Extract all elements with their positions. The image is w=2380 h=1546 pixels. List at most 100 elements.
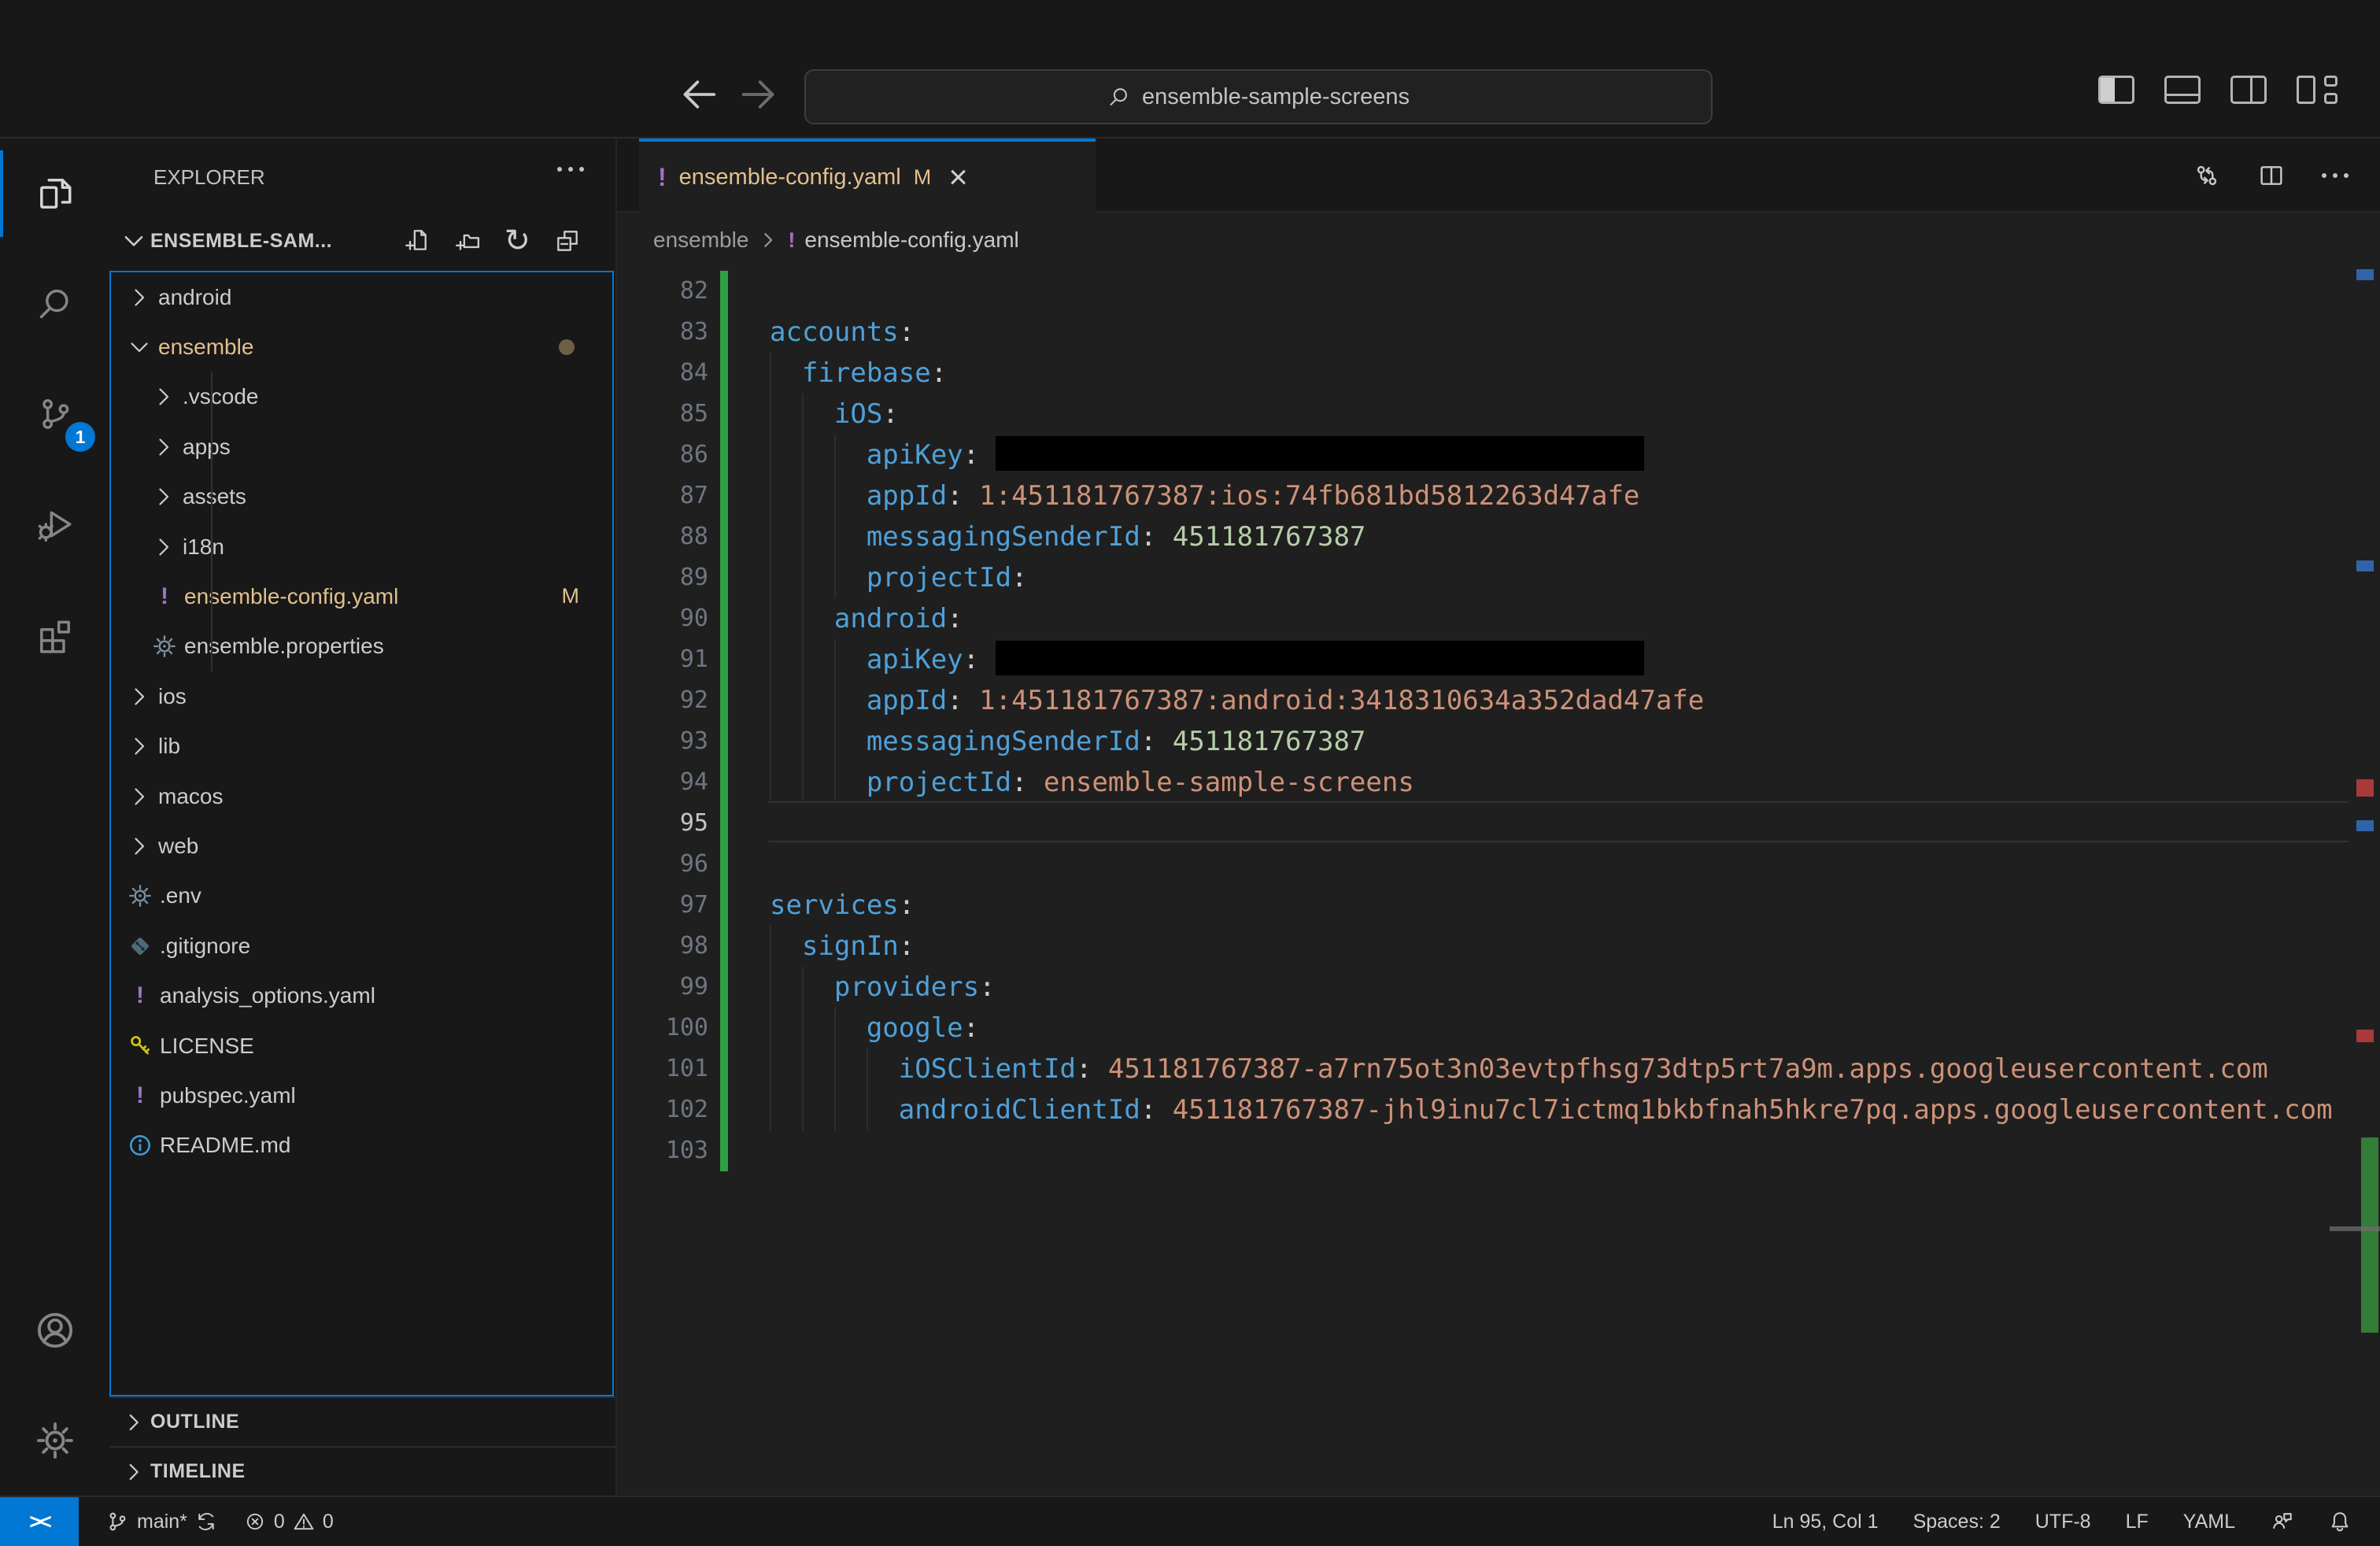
activity-settings[interactable] — [0, 1385, 109, 1496]
search-icon — [35, 284, 75, 324]
tree-file-ensemble-properties[interactable]: ensemble.properties — [109, 622, 615, 671]
outline-section[interactable]: OUTLINE — [109, 1396, 615, 1446]
tab-ensemble-config[interactable]: ! ensemble-config.yaml M × — [639, 139, 1096, 213]
warning-icon — [293, 1511, 315, 1533]
chevron-right-icon — [127, 784, 152, 809]
tab-bar: ! ensemble-config.yaml M × — [617, 139, 2380, 213]
code-editor[interactable]: 8283accounts:84 firebase:85 iOS:86 apiKe… — [617, 268, 2380, 1496]
tree-item-label: pubspec.yaml — [160, 1083, 296, 1108]
tree-folder-web[interactable]: web — [109, 821, 615, 871]
chevron-right-icon — [151, 484, 176, 509]
tree-item-label: lib — [158, 734, 180, 759]
status-bar: >< main* 0 0 Ln 95, Col 1 Spaces: 2 UTF-8 L… — [0, 1496, 2380, 1546]
yaml-file-icon: ! — [127, 982, 153, 1009]
code-line-83: 83accounts: — [617, 312, 2380, 353]
breadcrumb-folder[interactable]: ensemble — [653, 227, 748, 253]
activity-explorer[interactable] — [0, 139, 109, 249]
toggle-secondary-sidebar-icon[interactable] — [2230, 76, 2267, 104]
tree-folder-macos[interactable]: macos — [109, 771, 615, 821]
line-number: 86 — [617, 435, 708, 475]
modified-dot-badge — [559, 339, 575, 355]
tree-item-label: assets — [183, 484, 246, 509]
tree-item-label: README.md — [160, 1133, 290, 1158]
status-cursor-position[interactable]: Ln 95, Col 1 — [1772, 1511, 1879, 1533]
status-language-mode[interactable]: YAML — [2183, 1511, 2235, 1533]
tree-file-ensemble-config-yaml[interactable]: !ensemble-config.yamlM — [109, 571, 615, 621]
chevron-right-icon — [127, 834, 152, 859]
chevron-right-icon — [151, 384, 176, 409]
line-number: 98 — [617, 926, 708, 967]
code-line-85: 85 iOS: — [617, 394, 2380, 435]
command-center-search[interactable]: ensemble-sample-screens — [804, 69, 1713, 124]
tree-folder-ios[interactable]: ios — [109, 671, 615, 721]
feedback-icon[interactable] — [2270, 1510, 2293, 1533]
activity-accounts[interactable] — [0, 1275, 109, 1385]
status-eol[interactable]: LF — [2126, 1511, 2149, 1533]
line-number: 102 — [617, 1089, 708, 1130]
editor-area: ! ensemble-config.yaml M × ensemble ! — [617, 139, 2380, 1496]
toggle-panel-icon[interactable] — [2164, 76, 2201, 104]
activity-extensions[interactable] — [0, 579, 109, 690]
tree-item-label: ensemble-config.yaml — [184, 584, 398, 609]
line-number: 99 — [617, 967, 708, 1008]
sidebar-more-actions-icon[interactable] — [557, 167, 584, 172]
activity-run-debug[interactable] — [0, 469, 109, 579]
customize-layout-icon[interactable] — [2297, 76, 2338, 104]
line-number: 101 — [617, 1049, 708, 1089]
activity-search[interactable] — [0, 249, 109, 359]
code-line-82: 82 — [617, 271, 2380, 312]
tree-file--gitignore[interactable]: .gitignore — [109, 921, 615, 971]
status-indentation[interactable]: Spaces: 2 — [1913, 1511, 2001, 1533]
redacted-secret — [996, 436, 1644, 471]
bell-icon[interactable] — [2328, 1510, 2352, 1533]
tree-file-license[interactable]: LICENSE — [109, 1021, 615, 1071]
workspace-section-header[interactable]: ENSEMBLE-SAM... ↻ — [109, 211, 615, 271]
code-line-100: 100 google: — [617, 1008, 2380, 1049]
tree-folder-i18n[interactable]: i18n — [109, 522, 615, 571]
tree-file-analysis-options-yaml[interactable]: !analysis_options.yaml — [109, 971, 615, 1021]
refresh-icon[interactable]: ↻ — [504, 225, 530, 257]
overview-ruler-blue-mark — [2356, 560, 2374, 571]
forward-icon[interactable] — [737, 72, 781, 117]
tree-item-label: .env — [160, 883, 201, 908]
new-folder-icon[interactable] — [453, 227, 480, 254]
timeline-section[interactable]: TIMELINE — [109, 1446, 615, 1496]
remote-indicator[interactable]: >< — [0, 1497, 79, 1546]
breadcrumb-file[interactable]: ensemble-config.yaml — [804, 227, 1018, 253]
problems-item[interactable]: 0 0 — [244, 1511, 334, 1533]
collapse-all-icon[interactable] — [554, 227, 581, 254]
tree-file--env[interactable]: .env — [109, 871, 615, 921]
editor-more-actions-icon[interactable] — [2322, 173, 2349, 178]
debug-icon — [35, 505, 75, 544]
tree-folder-ensemble[interactable]: ensemble — [109, 322, 615, 372]
toggle-sidebar-icon[interactable] — [2098, 76, 2134, 104]
code-line-101: 101 iOSClientId: 451181767387-a7rn75ot3n… — [617, 1049, 2380, 1089]
branch-name: main* — [137, 1511, 187, 1533]
split-editor-icon[interactable] — [2257, 161, 2286, 190]
tree-folder-apps[interactable]: apps — [109, 422, 615, 472]
error-count: 0 — [274, 1511, 285, 1533]
tree-folder-android[interactable]: android — [109, 272, 615, 322]
open-changes-icon[interactable] — [2193, 161, 2221, 190]
tree-indent-guide — [211, 372, 213, 671]
layout-controls — [2098, 76, 2338, 104]
new-file-icon[interactable] — [403, 227, 430, 254]
chevron-right-icon — [151, 534, 176, 560]
tree-file-readme-md[interactable]: README.md — [109, 1121, 615, 1171]
back-icon[interactable] — [677, 72, 721, 117]
line-number: 85 — [617, 394, 708, 435]
activity-source-control[interactable]: 1 — [0, 359, 109, 469]
tree-file-pubspec-yaml[interactable]: !pubspec.yaml — [109, 1071, 615, 1120]
tree-folder--vscode[interactable]: .vscode — [109, 372, 615, 422]
branch-item[interactable]: main* — [105, 1510, 217, 1533]
close-tab-icon[interactable]: × — [948, 161, 968, 194]
status-encoding[interactable]: UTF-8 — [2035, 1511, 2091, 1533]
tree-folder-assets[interactable]: assets — [109, 472, 615, 522]
explorer-sidebar: EXPLORER ENSEMBLE-SAM... ↻ androidensemb… — [109, 139, 617, 1496]
line-number: 96 — [617, 844, 708, 885]
yaml-file-icon: ! — [788, 228, 795, 253]
sync-icon[interactable] — [195, 1511, 217, 1533]
tree-folder-lib[interactable]: lib — [109, 722, 615, 771]
tree-item-label: apps — [183, 435, 231, 460]
tree-item-label: .gitignore — [160, 934, 250, 959]
